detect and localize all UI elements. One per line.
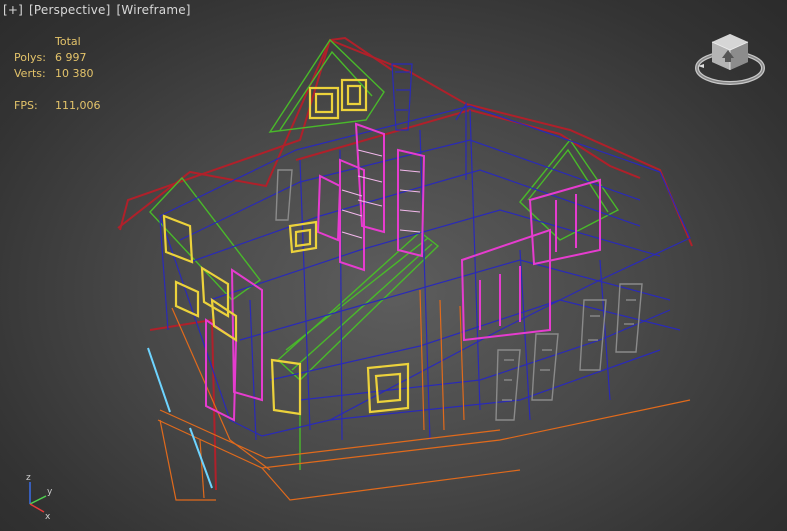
viewport-statistics: Total Polys: 6 997 Verts: 10 380 FPS: 11… [14,34,101,114]
viewport-shading-menu[interactable]: [Wireframe] [117,3,191,17]
green-gables [149,38,620,470]
structure-wireframe [159,63,691,441]
verts-label: Verts: [14,67,46,80]
axis-gizmo-icon: z y x [26,473,53,522]
fps-value: 111,006 [55,99,101,112]
polys-label: Polys: [14,51,46,64]
wireframe-viewport[interactable] [0,0,787,531]
roof-wireframe [117,36,693,491]
stats-fps-row: FPS: 111,006 [14,98,101,114]
viewport-label-menu: [+] [Perspective] [Wireframe] [3,3,193,17]
axis-x-label: x [45,512,51,522]
axis-y-label: y [47,487,53,497]
fps-label: FPS: [14,99,38,112]
viewport-view-menu[interactable]: [Perspective] [29,3,110,17]
polys-value: 6 997 [55,51,87,64]
viewcube-icon[interactable] [692,30,768,92]
pane-details [341,149,421,239]
stats-header: Total [55,35,81,48]
pink-window-frames [205,122,601,422]
verts-value: 10 380 [55,67,94,80]
viewport-plus-menu[interactable]: [+] [3,3,23,17]
stats-polys-row: Polys: 6 997 [14,50,101,66]
stats-verts-row: Verts: 10 380 [14,66,101,82]
axis-z-label: z [26,473,31,483]
